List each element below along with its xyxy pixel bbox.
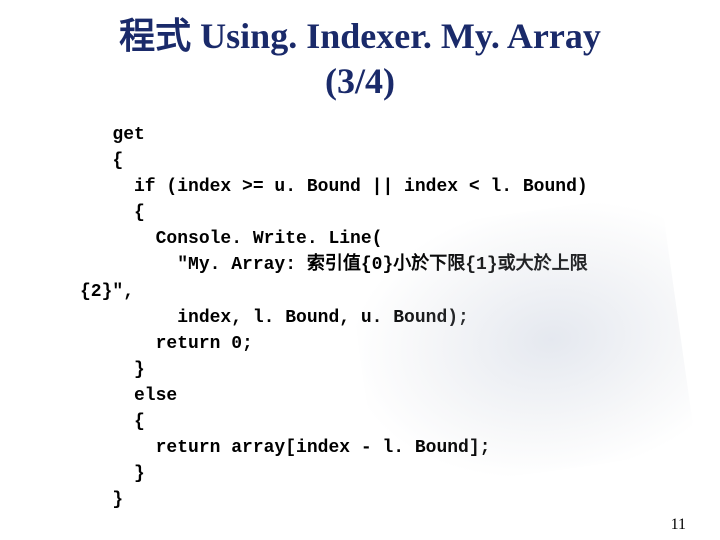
title-line-2: (3/4) — [325, 61, 395, 101]
title-line-1: 程式 Using. Indexer. My. Array — [119, 16, 601, 56]
page-number: 11 — [671, 516, 686, 534]
code-block: get { if (index >= u. Bound || index < l… — [80, 122, 720, 513]
slide-title: 程式 Using. Indexer. My. Array (3/4) — [0, 14, 720, 104]
